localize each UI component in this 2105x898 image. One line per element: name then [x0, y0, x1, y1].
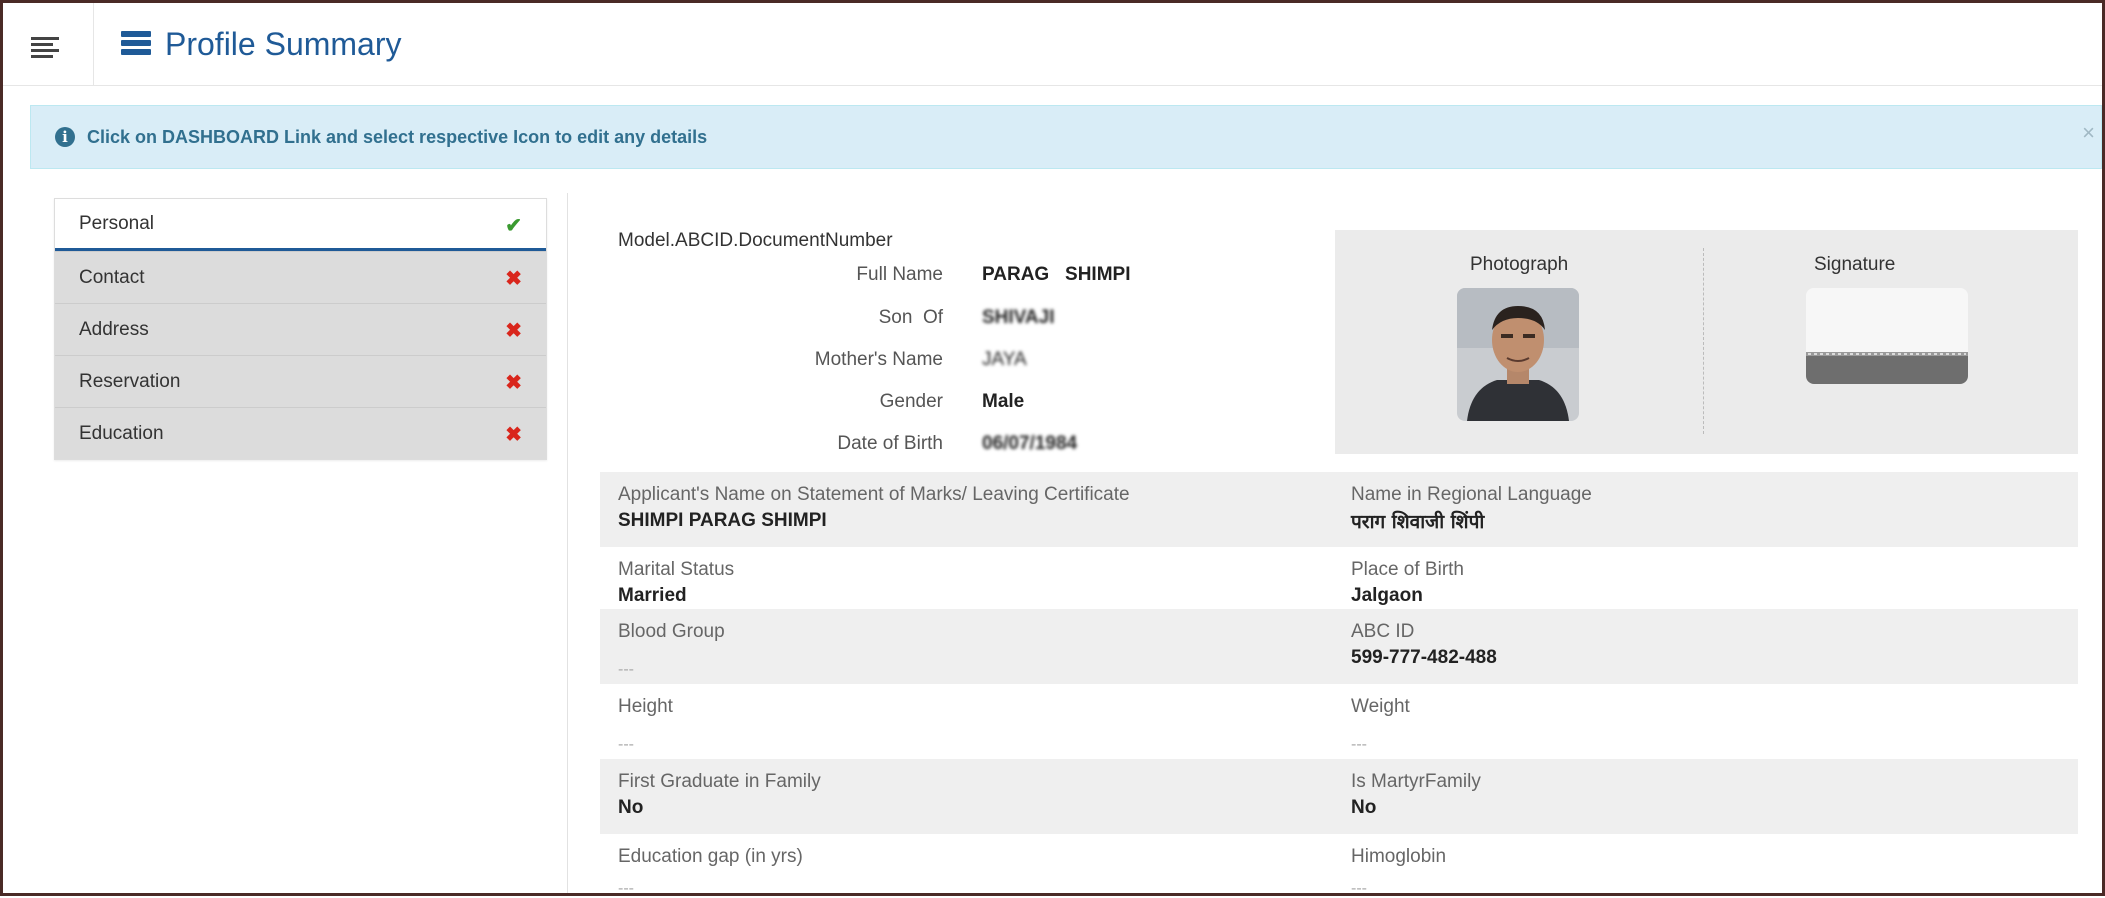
abc-id-value: 599-777-482-488: [1351, 647, 1497, 668]
signature-label: Signature: [1814, 254, 1896, 275]
cross-icon: ✖: [505, 372, 522, 394]
regional-name-value: पराग शिवाजी शिंपी: [1351, 511, 1485, 533]
full-name-label: Full Name: [856, 264, 943, 285]
son-of-label: Son Of: [878, 307, 943, 328]
tab-personal[interactable]: Personal ✔: [55, 199, 546, 251]
hemoglobin-label: Himoglobin: [1351, 846, 1447, 867]
tab-label: Personal: [79, 212, 154, 234]
applicant-photo: [1457, 288, 1579, 421]
son-of-value: SHIVAJI: [982, 307, 1055, 328]
tab-reservation[interactable]: Reservation ✖: [55, 355, 546, 407]
info-icon: i: [55, 127, 75, 147]
height-label: Height: [618, 696, 673, 717]
marital-status-value: Married: [618, 585, 687, 606]
page-title: Profile Summary: [165, 25, 402, 62]
cross-icon: ✖: [505, 424, 522, 446]
statement-name-label: Applicant's Name on Statement of Marks/ …: [618, 484, 1130, 505]
list-icon: [121, 31, 151, 57]
first-graduate-label: First Graduate in Family: [618, 771, 821, 792]
details-row: Education gap (in yrs) --- Himoglobin --…: [600, 834, 2078, 897]
photograph-label: Photograph: [1470, 254, 1569, 275]
profile-section-tabs: Personal ✔ Contact ✖ Address ✖ Reservati…: [54, 198, 547, 460]
abc-id-label: ABC ID: [1351, 621, 1415, 642]
gender-value: Male: [982, 391, 1025, 412]
weight-value: ---: [1351, 736, 1367, 753]
check-icon: ✔: [505, 215, 522, 237]
page-header: Profile Summary: [121, 21, 402, 67]
blood-group-label: Blood Group: [618, 621, 725, 642]
place-of-birth-value: Jalgaon: [1351, 585, 1423, 606]
document-number-label: Model.ABCID.DocumentNumber: [618, 230, 893, 251]
mother-name-label: Mother's Name: [814, 349, 943, 370]
hamburger-icon: [31, 37, 59, 58]
height-value: ---: [618, 736, 634, 753]
martyr-family-label: Is MartyrFamily: [1351, 771, 1481, 792]
statement-name-value: SHIMPI PARAG SHIMPI: [618, 510, 827, 531]
dob-label: Date of Birth: [837, 433, 943, 454]
details-row: Height --- Weight ---: [600, 684, 2078, 759]
tab-label: Contact: [79, 266, 145, 288]
details-row: Blood Group --- ABC ID 599-777-482-488: [600, 609, 2078, 684]
top-bar: Profile Summary: [3, 3, 2102, 86]
dob-value: 06/07/1984: [982, 433, 1078, 454]
blood-group-value: ---: [618, 661, 634, 678]
signature-image: [1806, 288, 1968, 384]
close-icon[interactable]: ×: [2082, 120, 2095, 146]
tab-label: Reservation: [79, 370, 181, 392]
mother-name-row: Mother's Name: [600, 349, 943, 373]
martyr-family-value: No: [1351, 797, 1377, 818]
hemoglobin-value: ---: [1351, 880, 1367, 897]
son-of-row: Son Of: [600, 307, 943, 331]
tab-address[interactable]: Address ✖: [55, 303, 546, 355]
marital-status-label: Marital Status: [618, 559, 735, 580]
weight-label: Weight: [1351, 696, 1410, 717]
education-gap-label: Education gap (in yrs): [618, 846, 803, 867]
info-alert: i Click on DASHBOARD Link and select res…: [30, 105, 2102, 169]
dob-row: Date of Birth: [600, 433, 943, 457]
first-graduate-value: No: [618, 797, 644, 818]
regional-name-label: Name in Regional Language: [1351, 484, 1592, 505]
divider: [1703, 248, 1704, 434]
mother-name-value: JAYA: [982, 349, 1027, 370]
gender-row: Gender: [600, 391, 943, 415]
tab-label: Education: [79, 422, 164, 444]
tab-contact[interactable]: Contact ✖: [55, 251, 546, 303]
place-of-birth-label: Place of Birth: [1351, 559, 1464, 580]
full-name-row: Full Name: [600, 264, 943, 288]
gender-label: Gender: [879, 391, 943, 412]
full-name-value: PARAG SHIMPI: [982, 264, 1131, 285]
education-gap-value: ---: [618, 880, 634, 897]
cross-icon: ✖: [505, 320, 522, 342]
tab-label: Address: [79, 318, 149, 340]
details-row: First Graduate in Family No Is MartyrFam…: [600, 759, 2078, 834]
menu-toggle-button[interactable]: [3, 3, 94, 85]
alert-text: Click on DASHBOARD Link and select respe…: [87, 126, 708, 147]
tab-education[interactable]: Education ✖: [55, 407, 546, 459]
details-row: Applicant's Name on Statement of Marks/ …: [600, 472, 2078, 547]
cross-icon: ✖: [505, 268, 522, 290]
